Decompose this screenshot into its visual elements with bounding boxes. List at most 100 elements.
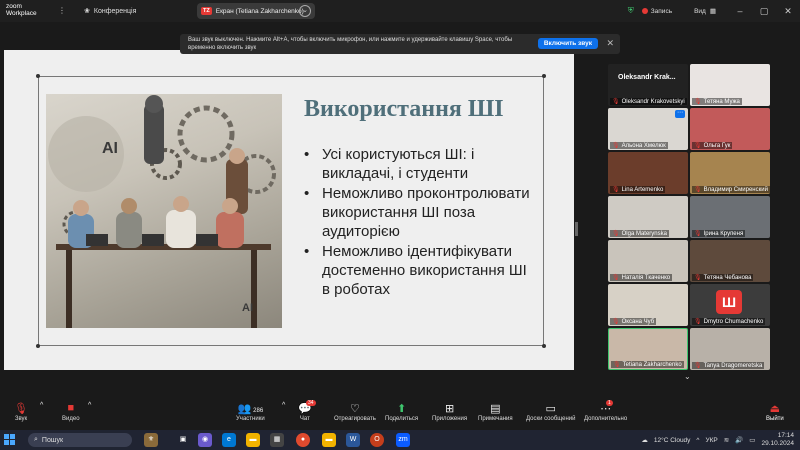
copilot-icon[interactable]: ◉ <box>198 433 212 447</box>
notification-text: Ваш звук выключен. Нажмите Alt+A, чтобы … <box>188 37 513 51</box>
task-view-icon[interactable]: ▣ <box>176 433 190 447</box>
participant-name: Tetiana Zakharchenko <box>622 361 682 368</box>
chat-badge: 34 <box>306 400 316 406</box>
leave-button[interactable]: ⏏ Выйти <box>766 402 784 422</box>
video-tile[interactable]: 🎙 Ірина Крупеня <box>690 196 770 238</box>
video-tile[interactable]: Oleksandr Krak... 🎙 Oleksandr Krakovetsky… <box>608 64 688 106</box>
frame-corner <box>36 344 40 348</box>
shield-icon[interactable]: ⛨ <box>628 6 634 16</box>
home-icon[interactable]: ⋮ <box>58 6 66 15</box>
participant-name: Наталія Ткаченко <box>621 274 671 281</box>
mic-muted-icon: 🎙 <box>613 362 621 368</box>
whiteboards-button[interactable]: ▭ Доски сообщений <box>526 402 576 422</box>
folder-icon[interactable]: ▬ <box>246 433 260 447</box>
conference-tab[interactable]: ❀ Конференція <box>84 7 136 16</box>
video-tile[interactable]: 🎙 Lina Artemenko <box>608 152 688 194</box>
volume-icon[interactable]: 🔊 <box>735 436 743 444</box>
opera-icon[interactable]: O <box>370 433 384 447</box>
video-tile[interactable]: 🎙 Ольга Гук <box>690 108 770 150</box>
audio-options[interactable]: ^ <box>40 402 43 416</box>
video-tile[interactable]: Ш 🎙 Dmytro Chumachenko <box>690 284 770 326</box>
apps-label: Приложения <box>432 416 468 422</box>
video-tile[interactable]: 🎙 Тетяна Чебанова <box>690 240 770 282</box>
video-tile[interactable]: 🎙 Владимир Смиренский <box>690 152 770 194</box>
share-badge: TZ <box>201 7 212 15</box>
system-tray: ☁ 12°C Cloudy ^ УКР ≋ 🔊 ▭ 17:14 29.10.20… <box>641 432 794 448</box>
view-menu[interactable]: Вид <box>694 8 706 15</box>
video-tile[interactable]: 🎙 Оксана Чуб <box>608 284 688 326</box>
language-indicator[interactable]: УКР <box>705 437 717 444</box>
share-button[interactable]: ⬆ Поделиться <box>385 402 418 422</box>
chevron-down-icon[interactable]: ⌄ <box>299 5 311 17</box>
react-button[interactable]: ♡ Отреагировать <box>334 402 376 422</box>
minimize-icon[interactable]: – <box>728 6 752 16</box>
logo-line1: zoom <box>6 3 22 10</box>
video-tile[interactable]: 🎙 Тетяна Мужа <box>690 64 770 106</box>
bullet-item: Неможливо ідентифікувати достеменно вико… <box>300 242 530 299</box>
mic-muted-icon: 🎙 <box>612 319 620 325</box>
frame-corner <box>542 344 546 348</box>
logo-line2: Workplace <box>6 10 37 17</box>
panel-resize-handle[interactable] <box>575 222 578 236</box>
video-tile[interactable]: 🎙 Наталія Ткаченко <box>608 240 688 282</box>
close-icon[interactable]: ✕ <box>776 6 800 17</box>
whiteboards-label: Доски сообщений <box>526 416 576 422</box>
titlebar-controls: ⛨ Запись Вид ▦ – ▢ ✕ <box>628 0 800 22</box>
taskbar-search[interactable]: ⌕ Пошук <box>28 433 132 447</box>
mic-muted-icon: 🎙 <box>694 275 702 281</box>
more-button[interactable]: ⋯ 1 Дополнительно <box>584 400 627 422</box>
maximize-icon[interactable]: ▢ <box>752 6 776 17</box>
close-icon[interactable]: ✕ <box>606 38 614 49</box>
mic-muted-icon: 🎙 <box>694 363 702 369</box>
wifi-icon[interactable]: ≋ <box>724 436 729 444</box>
mic-muted-icon: 🎙 <box>694 143 702 149</box>
video-label: Видео <box>62 416 80 422</box>
notes-icon: ▤ <box>490 403 501 415</box>
mic-muted-icon: 🎙 <box>694 231 702 237</box>
store-icon[interactable]: ▦ <box>270 433 284 447</box>
notes-button[interactable]: ▤ Примечания <box>478 402 513 422</box>
video-tile-active[interactable]: 🎙 Tetiana Zakharchenko <box>608 328 688 370</box>
screen-share-indicator[interactable]: TZ Екран (Tetiana Zakharchenko) ⌄ <box>197 3 315 19</box>
chevron-down-icon[interactable]: ⌄ <box>684 372 691 381</box>
participants-options[interactable]: ^ <box>282 402 285 416</box>
edge-icon[interactable]: e <box>222 433 236 447</box>
mic-muted-icon: 🎙 <box>14 403 28 415</box>
record-label[interactable]: Запись <box>651 8 672 15</box>
battery-icon[interactable]: ▭ <box>749 436 755 444</box>
video-tile[interactable]: 🎙 Tanya Dragomeretska <box>690 328 770 370</box>
zoom-taskbar-icon[interactable]: zm <box>396 433 410 447</box>
mic-muted-icon: 🎙 <box>612 275 620 281</box>
view-grid-icon[interactable]: ▦ <box>710 7 716 15</box>
more-options-icon[interactable]: ⋯ <box>675 110 685 118</box>
zoom-taskbar-label: zm <box>398 436 408 443</box>
video-tile[interactable]: 🎙 Olga Materynska <box>608 196 688 238</box>
react-label: Отреагировать <box>334 416 376 422</box>
chevron-up-icon: ^ <box>282 402 286 409</box>
apps-button[interactable]: ⊞ Приложения <box>432 402 467 422</box>
window-titlebar: zoom Workplace ⋮ ❀ Конференція TZ Екран … <box>0 0 800 22</box>
clock-date: 29.10.2024 <box>761 440 794 447</box>
chat-button[interactable]: 💬 34 Чат <box>298 400 316 422</box>
word-icon[interactable]: W <box>346 433 360 447</box>
windows-start-icon[interactable] <box>4 434 15 445</box>
photo-label: AI <box>102 140 118 157</box>
audio-button[interactable]: 🎙 Звук <box>14 402 28 422</box>
video-tile[interactable]: 🎙 Альона Хмелюк ⋯ <box>608 108 688 150</box>
weather-text[interactable]: 12°C Cloudy <box>654 437 691 444</box>
participant-name: Lina Artemenko <box>621 186 664 193</box>
meeting-toolbar: 🎙 Звук ^ ■ Видео ^ 👥 286 Участники ^ 💬 34… <box>0 398 800 430</box>
unmute-button[interactable]: Включить звук <box>537 38 598 49</box>
video-options[interactable]: ^ <box>88 402 91 416</box>
video-button[interactable]: ■ Видео <box>62 402 80 422</box>
participants-button[interactable]: 👥 286 Участники <box>236 402 265 422</box>
clock[interactable]: 17:14 29.10.2024 <box>761 432 794 448</box>
chevron-up-icon[interactable]: ^ <box>696 437 699 444</box>
participant-name: Оксана Чуб <box>621 318 655 325</box>
photo-label: AI <box>242 302 253 314</box>
chrome-icon[interactable]: ● <box>296 433 310 447</box>
bullet-item: Усі користуються ШІ: і викладачі, і студ… <box>300 145 530 183</box>
whiteboard-icon: ▭ <box>545 403 556 415</box>
bird-icon[interactable]: ⚜ <box>144 433 158 447</box>
explorer-icon[interactable]: ▬ <box>322 433 336 447</box>
